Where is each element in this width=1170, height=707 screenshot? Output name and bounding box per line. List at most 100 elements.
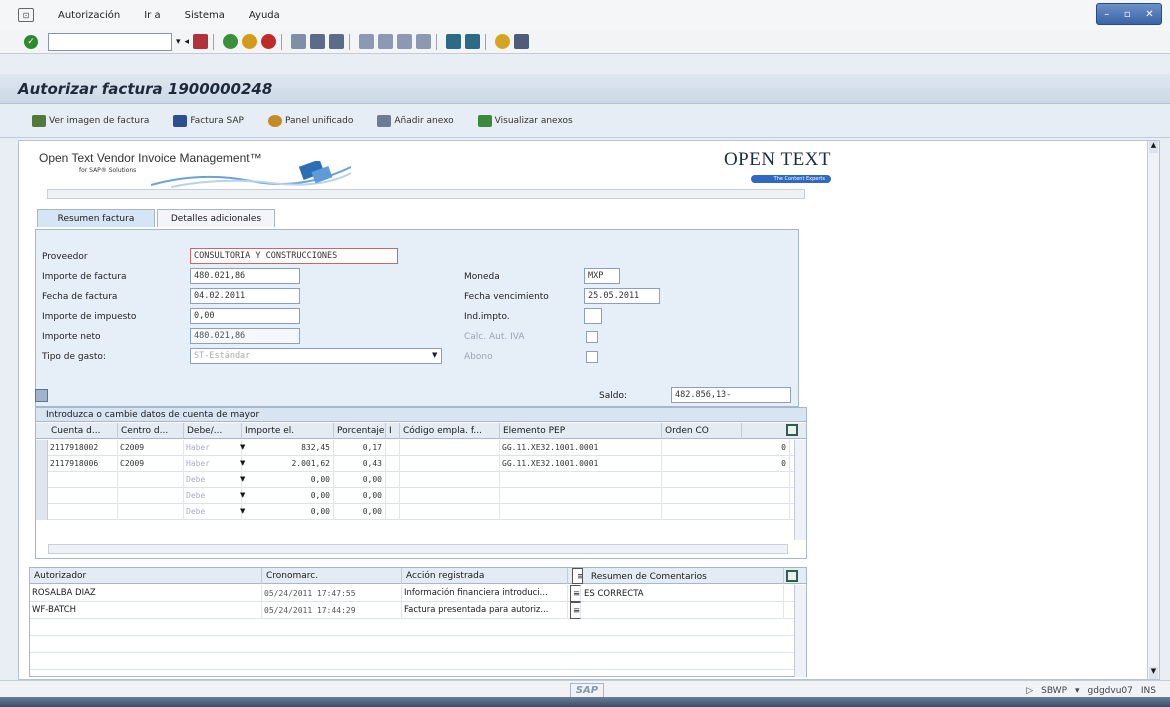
row-selector[interactable] <box>36 456 48 472</box>
cell-i[interactable] <box>386 456 400 472</box>
cell-pep[interactable] <box>500 472 662 488</box>
cell-importe[interactable]: 2.001,62 <box>242 456 334 472</box>
cell-cuenta[interactable] <box>48 504 118 520</box>
calc-iva-checkbox[interactable] <box>586 331 598 343</box>
restore-icon[interactable]: ▫ <box>1124 9 1131 20</box>
cell-orden[interactable]: 0 <box>662 440 790 456</box>
cell-importe[interactable]: 832,45 <box>242 440 334 456</box>
cell-pep[interactable] <box>500 504 662 520</box>
table-row[interactable]: 2117918006 C2009 Haber 2.001,62 0,43 GG.… <box>36 456 806 472</box>
moneda-field[interactable]: MXP <box>584 268 620 284</box>
column-header[interactable]: Orden CO <box>662 423 742 439</box>
column-header[interactable]: Debe/... <box>184 423 242 439</box>
cell-centro[interactable] <box>118 504 184 520</box>
note-icon[interactable]: ≡ <box>570 602 581 619</box>
table-row[interactable]: Debe 0,00 0,00 <box>36 472 806 488</box>
cell-centro[interactable] <box>118 472 184 488</box>
table-row[interactable]: Debe 0,00 0,00 <box>36 504 806 520</box>
column-header[interactable]: Código empla. f... <box>400 423 500 439</box>
fecha-vencimiento-field[interactable]: 25.05.2011 <box>584 288 660 304</box>
cell-cronomarc[interactable]: 05/24/2011 17:44:29 <box>262 602 402 619</box>
dropdown-arrow-icon[interactable]: ▼ <box>240 491 245 499</box>
cell-importe[interactable]: 0,00 <box>242 472 334 488</box>
display-details-icon[interactable] <box>35 389 48 402</box>
abono-checkbox[interactable] <box>586 351 598 363</box>
cell-codigo[interactable] <box>400 488 500 504</box>
column-header[interactable]: I <box>386 423 400 439</box>
banner-scrollbar[interactable] <box>47 189 805 199</box>
previous-page-icon[interactable] <box>378 34 394 49</box>
cell-comentario[interactable]: ≡ <box>568 602 784 619</box>
table-vertical-scrollbar[interactable] <box>794 440 806 540</box>
approvers-vertical-scrollbar[interactable] <box>794 585 806 677</box>
dropdown-arrow-icon[interactable]: ▼ <box>240 475 245 483</box>
minimize-icon[interactable]: – <box>1104 9 1109 20</box>
system-dropdown-icon[interactable]: ▾ <box>1075 686 1080 696</box>
menu-autorizacion[interactable]: Autorización <box>58 10 120 21</box>
cell-comentario[interactable]: ≡ ES CORRECTA <box>568 585 784 602</box>
tipo-gasto-select[interactable]: ST-Estándar <box>190 348 442 364</box>
note-icon[interactable]: ≡ <box>570 585 581 602</box>
dropdown-arrow-icon[interactable]: ▼ <box>240 443 245 451</box>
table-horizontal-scrollbar[interactable] <box>48 544 788 554</box>
column-header[interactable]: Importe el. <box>242 423 334 439</box>
tab-resumen-factura[interactable]: Resumen factura <box>37 209 155 227</box>
find-icon[interactable] <box>310 34 326 49</box>
cell-cuenta[interactable] <box>48 488 118 504</box>
first-page-icon[interactable] <box>359 34 375 49</box>
cell-i[interactable] <box>386 440 400 456</box>
proveedor-field[interactable]: CONSULTORIA Y CONSTRUCCIONES <box>190 248 398 264</box>
importe-impuesto-field[interactable]: 0,00 <box>190 308 300 324</box>
cell-orden[interactable]: 0 <box>662 456 790 472</box>
cell-cronomarc[interactable]: 05/24/2011 17:47:55 <box>262 585 402 602</box>
column-settings-icon[interactable] <box>786 570 798 582</box>
cell-autorizador[interactable]: ROSALBA DIAZ <box>30 585 262 602</box>
fecha-factura-field[interactable]: 04.02.2011 <box>190 288 300 304</box>
cell-autorizador[interactable]: WF-BATCH <box>30 602 262 619</box>
system-name[interactable]: SBWP <box>1041 686 1067 696</box>
cell-codigo[interactable] <box>400 472 500 488</box>
ind-impto-field[interactable] <box>584 308 602 324</box>
column-header[interactable]: Elemento PEP <box>500 423 662 439</box>
cell-porcentaje[interactable]: 0,17 <box>334 440 386 456</box>
cell-orden[interactable] <box>662 488 790 504</box>
cell-cuenta[interactable]: 2117918006 <box>48 456 118 472</box>
cell-porcentaje[interactable]: 0,00 <box>334 504 386 520</box>
cell-pep[interactable]: GG.11.XE32.1001.0001 <box>500 456 662 472</box>
cell-centro[interactable] <box>118 488 184 504</box>
cell-porcentaje[interactable]: 0,00 <box>334 488 386 504</box>
cell-i[interactable] <box>386 504 400 520</box>
cell-importe[interactable]: 0,00 <box>242 504 334 520</box>
scroll-up-icon[interactable]: ▲ <box>1149 141 1158 153</box>
exit-icon[interactable] <box>242 34 258 49</box>
table-row[interactable]: WF-BATCH 05/24/2011 17:44:29 Factura pre… <box>30 602 806 619</box>
column-header[interactable]: Autorizador <box>30 568 262 584</box>
table-row[interactable]: 2117918002 C2009 Haber 832,45 0,17 GG.11… <box>36 440 806 456</box>
view-attachments-button[interactable]: Visualizar anexos <box>477 114 573 127</box>
menu-ayuda[interactable]: Ayuda <box>249 10 280 21</box>
row-selector[interactable] <box>36 472 48 488</box>
back-arrow-icon[interactable]: ◂ <box>185 37 190 47</box>
scroll-down-icon[interactable]: ▼ <box>1149 667 1158 679</box>
cancel-icon[interactable] <box>261 34 277 49</box>
cell-debe-haber[interactable]: Haber <box>184 440 242 456</box>
find-next-icon[interactable] <box>329 34 345 49</box>
cell-debe-haber[interactable]: Debe <box>184 488 242 504</box>
cell-codigo[interactable] <box>400 504 500 520</box>
cell-porcentaje[interactable]: 0,43 <box>334 456 386 472</box>
column-header[interactable]: Cronomarc. <box>262 568 402 584</box>
table-row[interactable]: Debe 0,00 0,00 <box>36 488 806 504</box>
cell-accion[interactable]: Información financiera introduci... <box>402 585 568 602</box>
help-icon[interactable] <box>495 34 511 49</box>
column-header[interactable]: Centro d... <box>118 423 184 439</box>
save-icon[interactable] <box>193 34 209 49</box>
sap-menu-icon[interactable]: ⊡ <box>18 8 34 22</box>
cell-codigo[interactable] <box>400 440 500 456</box>
dropdown-arrow-icon[interactable]: ▼ <box>240 507 245 515</box>
cell-i[interactable] <box>386 488 400 504</box>
view-invoice-image-button[interactable]: Ver imagen de factura <box>32 114 149 127</box>
shortcut-icon[interactable] <box>465 34 481 49</box>
command-field[interactable] <box>48 32 172 51</box>
cell-i[interactable] <box>386 472 400 488</box>
cell-centro[interactable]: C2009 <box>118 456 184 472</box>
